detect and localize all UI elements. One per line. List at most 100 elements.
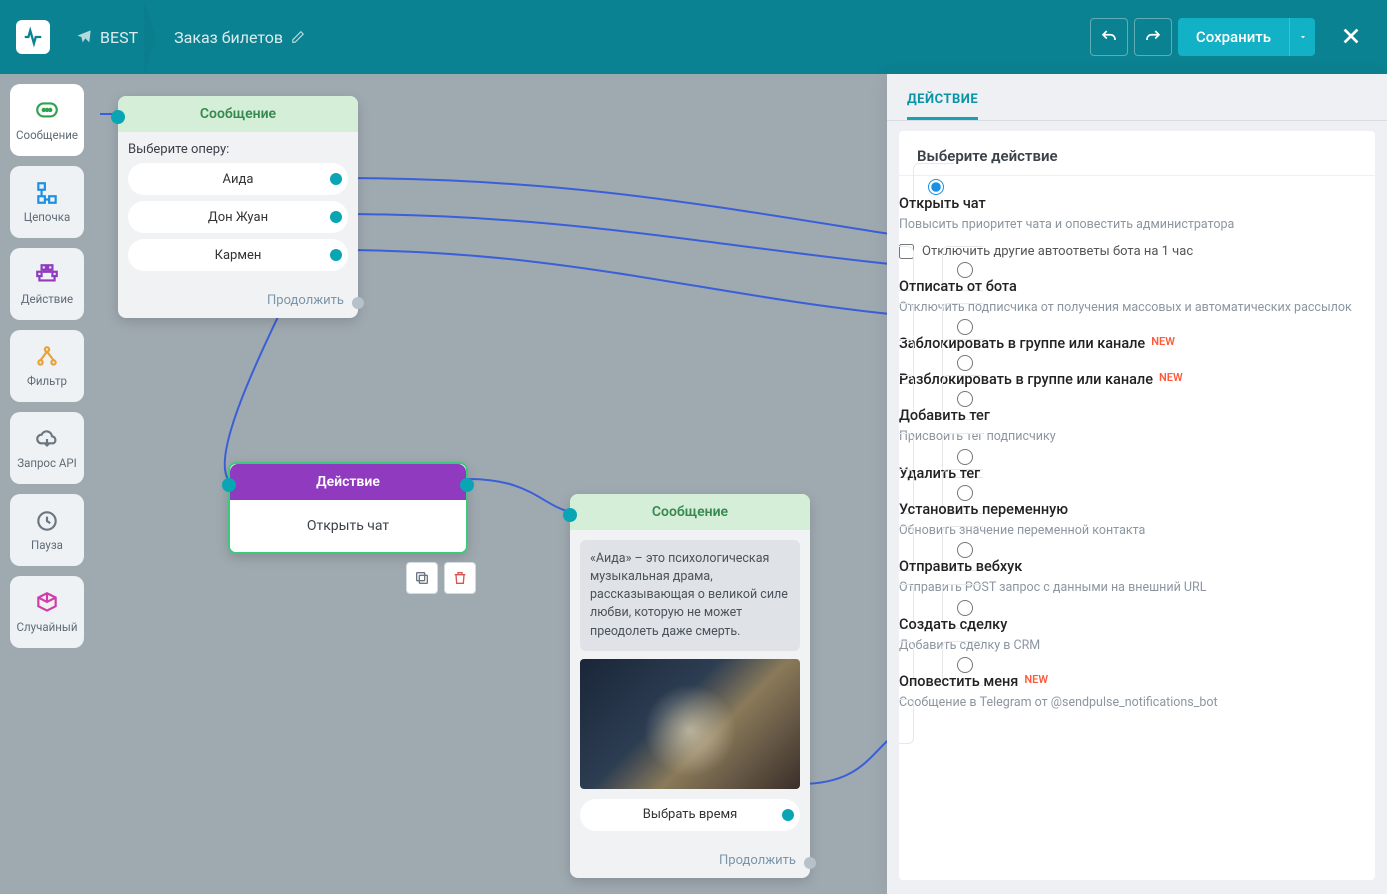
port-out[interactable] — [330, 249, 342, 261]
port-out[interactable] — [330, 211, 342, 223]
tool-label: Случайный — [17, 620, 78, 634]
breadcrumb-bot[interactable]: BEST — [58, 28, 156, 47]
chip-label: Дон Жуан — [208, 210, 268, 225]
properties-panel: ДЕЙСТВИЕ Выберите действие Открыть чат По… — [887, 74, 1387, 894]
option-chip[interactable]: Аида — [128, 163, 348, 195]
message-icon — [34, 98, 60, 124]
option-title: Установить переменную — [899, 501, 1375, 518]
caret-down-icon — [1298, 32, 1308, 42]
option-title: Отписать от бота — [899, 278, 1375, 295]
continue-label: Продолжить — [719, 853, 796, 868]
filter-icon — [34, 344, 60, 370]
close-button[interactable] — [1331, 21, 1371, 54]
chain-icon — [34, 180, 60, 206]
tool-label: Запрос API — [17, 456, 77, 470]
option-radio[interactable] — [957, 600, 973, 616]
option-chip[interactable]: Кармен — [128, 239, 348, 271]
option-radio[interactable] — [957, 319, 973, 335]
port-in[interactable] — [111, 110, 125, 124]
node-message-1[interactable]: Сообщение Выберите оперу: Аида Дон Жуан … — [118, 96, 358, 318]
node-continue[interactable]: Продолжить — [118, 287, 358, 318]
redo-icon — [1144, 28, 1162, 46]
clock-icon — [34, 508, 60, 534]
tool-random[interactable]: Случайный — [10, 576, 84, 648]
copy-icon — [414, 570, 430, 586]
node-header: Действие — [230, 464, 466, 500]
option-title: Открыть чат — [899, 195, 1375, 212]
port-in[interactable] — [222, 478, 236, 492]
option-radio[interactable] — [957, 355, 973, 371]
save-button[interactable]: Сохранить — [1178, 18, 1289, 56]
option-desc: Сообщение в Telegram от @sendpulse_notif… — [899, 694, 1375, 712]
option-checkbox[interactable] — [899, 244, 914, 259]
tabs-divider — [887, 120, 1387, 121]
chip-label: Аида — [223, 172, 254, 187]
option-title: Создать сделку — [899, 616, 1375, 633]
new-badge: NEW — [1159, 371, 1183, 384]
port-out[interactable] — [330, 173, 342, 185]
panel-tabs: ДЕЙСТВИЕ — [887, 74, 1387, 120]
node-message-2[interactable]: Сообщение «Аида» – это психологическая м… — [570, 494, 810, 878]
option-radio[interactable] — [957, 449, 973, 465]
trash-icon — [452, 570, 468, 586]
undo-button[interactable] — [1090, 18, 1128, 56]
node-text: «Аида» – это психологическая музыкальная… — [580, 540, 800, 651]
node-action[interactable]: Действие Открыть чат — [228, 462, 468, 554]
new-badge: NEW — [1151, 335, 1175, 348]
tool-label: Действие — [21, 292, 73, 306]
dice-icon — [34, 590, 60, 616]
option-chip[interactable]: Дон Жуан — [128, 201, 348, 233]
option-chip[interactable]: Выбрать время — [580, 799, 800, 831]
port-in[interactable] — [563, 508, 577, 522]
node-toolbar — [406, 562, 476, 594]
flow-name: Заказ билетов — [174, 28, 283, 47]
panel-heading: Выберите действие — [899, 131, 1375, 176]
option-radio[interactable] — [957, 485, 973, 501]
close-icon — [1340, 25, 1362, 47]
node-body: Выберите оперу: Аида Дон Жуан Кармен — [118, 132, 358, 287]
node-header: Сообщение — [118, 96, 358, 132]
telegram-icon — [76, 29, 92, 45]
duplicate-button[interactable] — [406, 562, 438, 594]
chip-label: Выбрать время — [643, 807, 738, 822]
tab-action[interactable]: ДЕЙСТВИЕ — [907, 92, 978, 120]
tool-chain[interactable]: Цепочка — [10, 166, 84, 238]
bot-name: BEST — [100, 28, 138, 47]
tool-filter[interactable]: Фильтр — [10, 330, 84, 402]
option-radio[interactable] — [928, 179, 944, 195]
continue-label: Продолжить — [267, 293, 344, 308]
option-title: Оповестить меняNEW — [899, 673, 1375, 690]
port-continue[interactable] — [804, 857, 816, 869]
node-toolbar-sidebar: Сообщение Цепочка Действие Фильтр Запрос… — [0, 74, 94, 658]
option-radio[interactable] — [957, 657, 973, 673]
option-radio[interactable] — [957, 542, 973, 558]
chip-label: Кармен — [215, 248, 262, 263]
app-logo[interactable] — [16, 20, 50, 54]
option-radio[interactable] — [957, 391, 973, 407]
option-title: Добавить тег — [899, 407, 1375, 424]
action-option[interactable]: Оповестить меняNEW Сообщение в Telegram о… — [899, 641, 1375, 744]
tool-api[interactable]: Запрос API — [10, 412, 84, 484]
undo-icon — [1100, 28, 1118, 46]
port-out[interactable] — [782, 809, 794, 821]
tool-label: Цепочка — [24, 210, 70, 224]
option-radio[interactable] — [957, 262, 973, 278]
tool-pause[interactable]: Пауза — [10, 494, 84, 566]
panel-content[interactable]: Выберите действие Открыть чат Повысить пр… — [899, 131, 1375, 880]
node-body: «Аида» – это психологическая музыкальная… — [570, 530, 810, 847]
pencil-icon — [291, 30, 305, 44]
node-image — [580, 659, 800, 789]
tool-action[interactable]: Действие — [10, 248, 84, 320]
option-desc: Повысить приоритет чата и оповестить адм… — [899, 216, 1375, 234]
tool-message[interactable]: Сообщение — [10, 84, 84, 156]
tool-label: Фильтр — [27, 374, 67, 388]
option-title: Отправить вебхук — [899, 558, 1375, 575]
node-continue[interactable]: Продолжить — [570, 847, 810, 878]
breadcrumb-flow[interactable]: Заказ билетов — [156, 28, 323, 47]
save-dropdown-button[interactable] — [1289, 18, 1315, 56]
port-out[interactable] — [460, 478, 474, 492]
redo-button[interactable] — [1134, 18, 1172, 56]
port-continue[interactable] — [352, 297, 364, 309]
delete-button[interactable] — [444, 562, 476, 594]
app-header: BEST Заказ билетов Сохранить — [0, 0, 1387, 74]
